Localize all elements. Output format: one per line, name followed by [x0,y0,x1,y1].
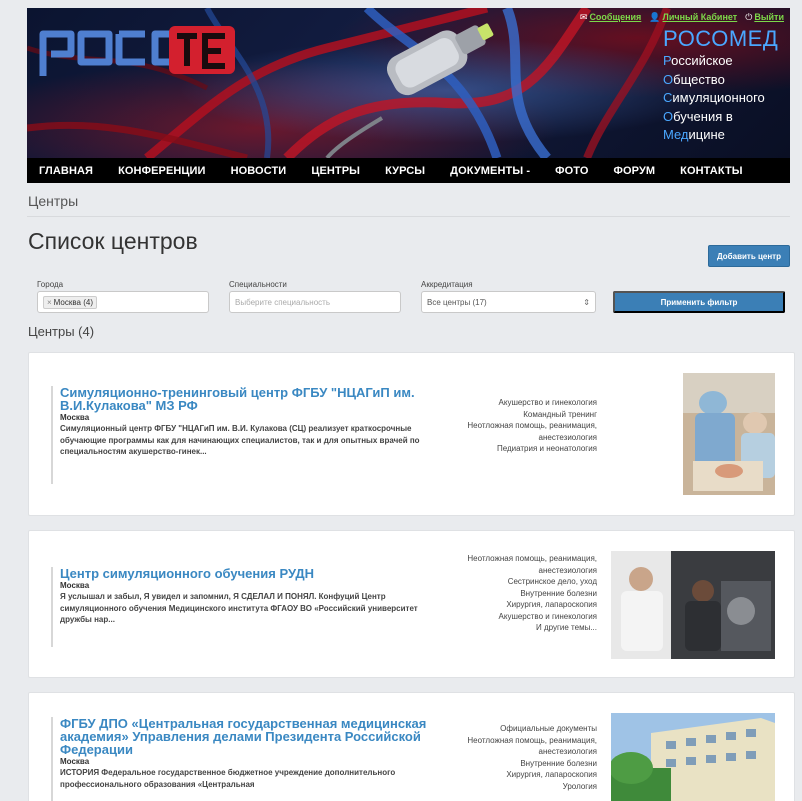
chip-remove-icon[interactable]: × [47,298,52,307]
center-card: Симуляционно-тренинговый центр ФГБУ "НЦА… [28,352,795,516]
city-filter-label: Города [37,280,64,289]
center-tag: Официальные документы [500,724,597,733]
specialty-filter-label: Специальности [229,280,287,289]
nav-item-photo[interactable]: ФОТО [555,165,588,177]
center-tag: Сестринское дело, уход [507,577,597,586]
add-center-button[interactable]: Добавить центр [708,245,790,267]
center-title-link[interactable]: ФГБУ ДПО «Центральная государственная ме… [60,717,451,756]
breadcrumb: Центры [28,193,79,209]
accreditation-select[interactable]: Все центры (17) ⇕ [421,291,596,313]
center-tag: Неотложная помощь, реанимация, анестезио… [467,735,597,757]
rosomed-logo-icon [39,26,235,76]
logout-link-group[interactable]: ⏻ Выйти [745,12,784,23]
select-arrows-icon: ⇕ [583,297,590,307]
brand-line: Обучения в [663,108,733,124]
center-tag: Внутренние болезни [520,758,597,768]
brand-line: Общество [663,71,725,87]
accreditation-filter-label: Аккредитация [421,280,473,289]
logout-link[interactable]: Выйти [754,12,784,22]
header-banner: ✉ Сообщения 👤 Личный Кабинет ⏻ Выйти РОСОМЕ… [27,8,790,158]
center-tag: Неотложная помощь, реанимация, анестезио… [467,554,597,575]
center-description: ИСТОРИЯ Федеральное государственное бюдж… [60,768,396,789]
center-tag: Акушерство и гинекология [498,398,597,407]
center-title-link[interactable]: Симуляционно-тренинговый центр ФГБУ "НЦА… [60,386,451,412]
accreditation-value: Все центры (17) [427,297,487,307]
personal-cabinet-link[interactable]: Личный Кабинет [663,12,738,22]
center-card: ФГБУ ДПО «Центральная государственная ме… [28,692,795,801]
page-title: Список центров [28,228,198,254]
center-tags: Официальные документы Неотложная помощь,… [457,723,597,792]
center-tag: Хирургия, лапароскопия [506,770,597,779]
center-photo-image[interactable] [611,551,775,659]
center-tags: Акушерство и гинекология Командный трени… [457,397,597,455]
center-tag: Командный тренинг [523,409,597,419]
city-filter-input[interactable]: × Москва (4) [37,291,209,313]
specialty-filter-input[interactable]: Выберите специальность [229,291,401,313]
center-tag: Акушерство и гинекология [498,611,597,621]
envelope-icon: ✉ [579,12,588,22]
center-city: Москва [60,581,90,590]
nav-item-contacts[interactable]: КОНТАКТЫ [680,165,742,177]
center-tag: Педиатрия и неонатология [496,444,597,453]
center-tag: И другие темы... [536,623,597,632]
center-city: Москва [60,413,90,422]
brand-line: Медицине [663,127,725,142]
center-tags: Неотложная помощь, реанимация, анестезио… [457,553,597,634]
center-card-body: ФГБУ ДПО «Центральная государственная ме… [51,717,451,801]
center-card: Центр симуляционного обучения РУДН Москв… [28,530,795,678]
nav-item-centers[interactable]: ЦЕНТРЫ [311,165,360,177]
nav-item-home[interactable]: ГЛАВНАЯ [39,165,93,177]
nav-item-forum[interactable]: ФОРУМ [614,165,656,177]
section-title: Центры (4) [28,324,95,339]
center-card-body: Центр симуляционного обучения РУДН Москв… [51,567,451,647]
center-card-body: Симуляционно-тренинговый центр ФГБУ "НЦА… [51,386,451,484]
center-photo-image[interactable] [683,373,775,495]
nav-item-courses[interactable]: КУРСЫ [385,165,425,177]
main-nav: ГЛАВНАЯ КОНФЕРЕНЦИИ НОВОСТИ ЦЕНТРЫ КУРСЫ… [27,158,790,183]
brand-line: Симуляционного [663,90,765,105]
apply-filter-button[interactable]: Применить фильтр [613,291,785,313]
center-tag: Внутренние болезни [520,588,597,598]
logout-icon: ⏻ [745,12,753,22]
nav-item-documents[interactable]: ДОКУМЕНТЫ - [450,165,530,177]
header-top-links: ✉ Сообщения 👤 Личный Кабинет ⏻ Выйти [580,12,784,23]
center-tag: Хирургия, лапароскопия [506,600,597,609]
center-photo-image[interactable] [611,713,775,801]
center-tag: Урология [562,781,597,791]
city-chip[interactable]: × Москва (4) [43,295,97,309]
center-city: Москва [60,757,90,766]
center-title-link[interactable]: Центр симуляционного обучения РУДН [60,567,451,580]
center-tag: Неотложная помощь, реанимация, анестезио… [467,421,597,442]
brand-block: РОСОМЕД Российское Общество Симуляционно… [663,26,790,145]
nav-item-conferences[interactable]: КОНФЕРЕНЦИИ [118,165,206,177]
specialty-placeholder: Выберите специальность [235,297,331,307]
nav-item-news[interactable]: НОВОСТИ [231,165,287,177]
brand-line: Российское [663,53,733,68]
messages-link[interactable]: Сообщения [589,12,641,22]
messages-link-group[interactable]: ✉ Сообщения [580,12,641,23]
brand-title: РОСОМЕД [663,26,779,51]
cabinet-link-group[interactable]: 👤 Личный Кабинет [649,12,737,23]
divider [27,216,790,217]
center-description: Я услышал и забыл, Я увидел и запомнил, … [60,592,418,624]
user-icon: 👤 [649,12,661,22]
center-description: Симуляционный центр ФГБУ "НЦАГиП им. В.И… [60,424,420,456]
